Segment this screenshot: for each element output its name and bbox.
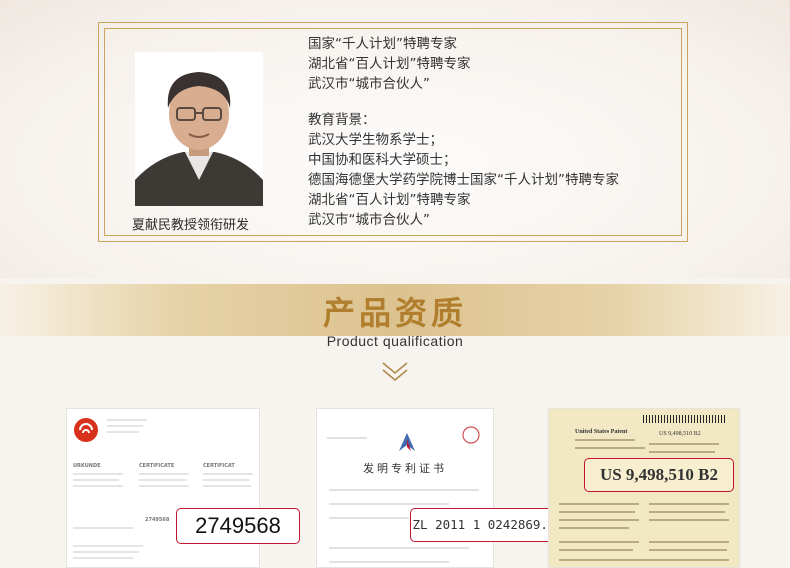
professor-bio: 国家“千人计划”特聘专家 湖北省“百人计划”特聘专家 武汉市“城市合伙人” 教育… (308, 34, 678, 230)
education-line: 中国协和医科大学硕士； (308, 152, 457, 168)
qualification-title: 产品资质 (322, 294, 467, 332)
cn-patent-number-callout: ZL 2011 1 0242869.3 (410, 508, 558, 542)
education-line: 武汉市“城市合伙人” (308, 212, 430, 228)
bio-title-line: 武汉市“城市合伙人” (308, 76, 430, 92)
portrait-caption: 夏献民教授领衔研发 (132, 218, 250, 233)
patent-office-emblem-icon (399, 433, 415, 451)
education-line: 武汉大学生物系学士； (308, 132, 443, 148)
education-line: 湖北省“百人计划”特聘专家 (308, 192, 471, 208)
epo-logo-icon (74, 418, 98, 442)
bio-title-line: 国家“千人计划”特聘专家 (308, 36, 457, 52)
professor-portrait (135, 52, 263, 206)
seal-icon (462, 426, 480, 444)
eu-patent-number-callout: 2749568 (176, 508, 300, 544)
cn-certificate-title: 发明专利证书 (363, 462, 447, 475)
barcode (643, 415, 727, 423)
cert-heading: CERTIFICAT (203, 463, 235, 469)
bio-title-line: 湖北省“百人计划”特聘专家 (308, 56, 471, 72)
chevron-down-icon (382, 362, 408, 382)
cn-patent-certificate (316, 408, 494, 568)
us-patent-number-callout: US 9,498,510 B2 (584, 458, 734, 492)
cert-heading: URKUNDE (73, 463, 101, 469)
us-patent-header: United States Patent (575, 429, 628, 435)
cert-heading: CERTIFICATE (139, 463, 175, 469)
eu-patent-certificate: URKUNDE CERTIFICATE CERTIFICAT 2749568 (66, 408, 260, 568)
cert-number-small: 2749568 (145, 517, 170, 523)
education-heading: 教育背景： (308, 112, 376, 128)
qualification-subtitle: Product qualification (326, 333, 464, 349)
us-patent-number-small: US 9,498,510 B2 (659, 431, 701, 437)
education-line: 德国海德堡大学药学院博士国家“千人计划”特聘专家 (308, 172, 619, 188)
